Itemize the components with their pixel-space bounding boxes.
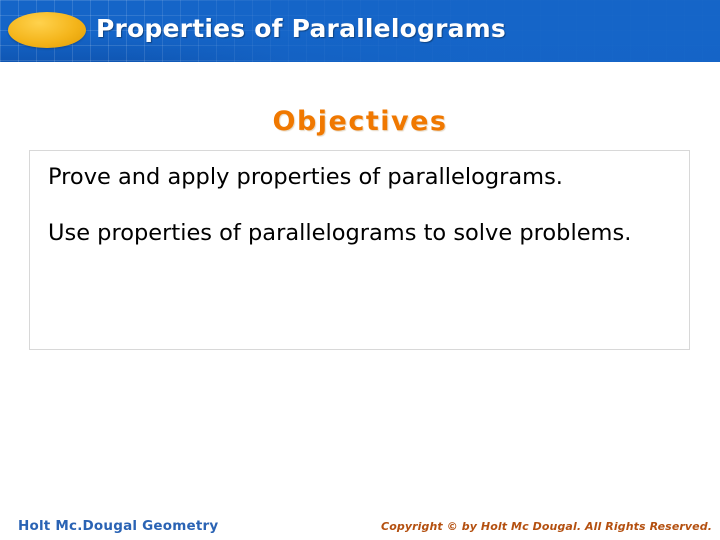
objective-item: Use properties of parallelograms to solv… bbox=[48, 219, 632, 246]
objectives-box: Prove and apply properties of parallelog… bbox=[29, 150, 690, 350]
page-title: Properties of Parallelograms bbox=[96, 14, 507, 43]
footer-copyright-label: Copyright © by Holt Mc Dougal. All Right… bbox=[381, 520, 712, 533]
slide-header: Properties of Parallelograms bbox=[0, 0, 720, 62]
footer-source-label: Holt Mc.Dougal Geometry bbox=[18, 518, 219, 534]
objectives-heading: Objectives bbox=[272, 106, 448, 137]
objective-item: Prove and apply properties of parallelog… bbox=[48, 164, 563, 190]
gold-ellipse-decoration bbox=[8, 12, 86, 48]
